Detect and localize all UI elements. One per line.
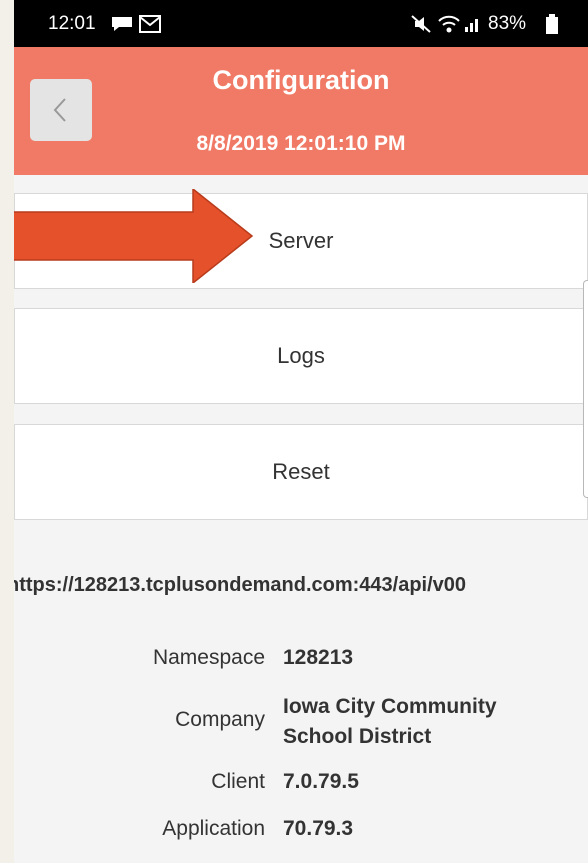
header-datetime: 8/8/2019 12:01:10 PM: [196, 132, 406, 155]
application-value: 70.79.3: [283, 817, 354, 840]
app-screen: 12:01 83% Configuration 8/8/2019 12:01:1…: [14, 0, 588, 863]
side-scroll-panel[interactable]: [583, 280, 588, 498]
wifi-icon: [438, 15, 460, 33]
client-value: 7.0.79.5: [283, 770, 359, 793]
mute-icon: [411, 15, 431, 33]
annotation-arrow-icon: [14, 189, 254, 283]
status-bar: 12:01 83%: [14, 0, 588, 47]
page-title: Configuration: [212, 65, 390, 95]
header: Configuration 8/8/2019 12:01:10 PM: [14, 47, 588, 175]
chevron-left-icon: [53, 98, 66, 122]
company-label: Company: [175, 708, 265, 731]
status-time: 12:01: [48, 13, 96, 34]
namespace-value: 128213: [283, 646, 354, 669]
server-url: https://128213.tcplusondemand.com:443/ap…: [14, 574, 467, 596]
application-label: Application: [162, 817, 265, 840]
signal-icon: [465, 19, 478, 32]
mail-icon: [139, 15, 161, 33]
battery-icon: [546, 14, 558, 34]
reset-button[interactable]: Reset: [14, 424, 588, 520]
company-value: Iowa City Community School District: [283, 695, 497, 748]
namespace-label: Namespace: [152, 646, 265, 669]
chat-icon: [112, 17, 132, 31]
battery-percent: 83%: [488, 13, 527, 34]
client-label: Client: [211, 770, 265, 793]
logs-button[interactable]: Logs: [14, 308, 588, 404]
